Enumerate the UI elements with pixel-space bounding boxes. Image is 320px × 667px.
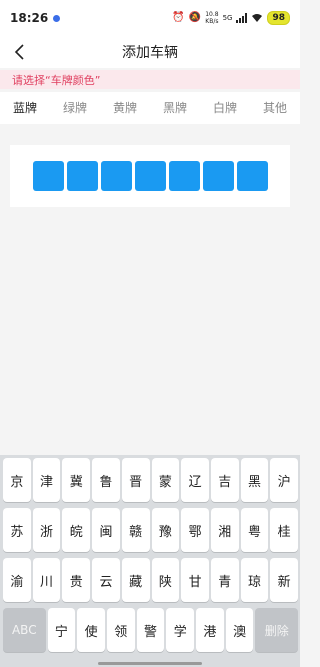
- warning-text: 请选择“车牌颜色”: [12, 73, 101, 87]
- warning-banner: 请选择“车牌颜色”: [0, 70, 300, 89]
- mute-icon: 🔕: [188, 12, 202, 23]
- key-province[interactable]: 苏: [3, 508, 31, 552]
- keyboard-row-3: 渝 川 贵 云 藏 陕 甘 青 琼 新: [3, 558, 299, 602]
- battery-indicator: 98: [267, 11, 290, 25]
- key-province[interactable]: 蒙: [151, 458, 180, 502]
- key-province[interactable]: 鄂: [181, 508, 209, 552]
- status-time: 18:26: [10, 11, 49, 25]
- keyboard-row-1: 京 津 冀 鲁 晋 蒙 辽 吉 黑 沪: [3, 458, 299, 502]
- status-right: ⏰ 🔕 10.8 KB/s 5G 98: [172, 11, 290, 25]
- key-province[interactable]: 甘: [181, 558, 209, 602]
- tab-black-plate[interactable]: 黑牌: [150, 92, 200, 124]
- tab-yellow-plate[interactable]: 黄牌: [100, 92, 150, 124]
- alarm-icon: ⏰: [172, 12, 185, 23]
- key-province[interactable]: 琼: [240, 558, 269, 602]
- key-province[interactable]: 云: [92, 558, 120, 602]
- tab-white-plate[interactable]: 白牌: [200, 92, 250, 124]
- key-province[interactable]: 津: [32, 458, 61, 502]
- keyboard-row-4: ABC 宁 使 领 警 学 港 澳 删除: [3, 608, 299, 652]
- plate-char-box[interactable]: [66, 161, 98, 191]
- key-province[interactable]: 湘: [210, 508, 239, 552]
- plate-char-box[interactable]: [100, 161, 132, 191]
- tab-other-plate[interactable]: 其他: [250, 92, 300, 124]
- key-province[interactable]: 辽: [181, 458, 209, 502]
- key-province[interactable]: 新: [270, 558, 299, 602]
- tab-green-plate[interactable]: 绿牌: [50, 92, 100, 124]
- plate-char-box[interactable]: [236, 161, 268, 191]
- key-province[interactable]: 桂: [270, 508, 299, 552]
- plate-char-box[interactable]: [134, 161, 166, 191]
- plate-color-tabs: 蓝牌 绿牌 黄牌 黑牌 白牌 其他: [0, 92, 300, 124]
- key-province[interactable]: 沪: [270, 458, 299, 502]
- province-keyboard: 京 津 冀 鲁 晋 蒙 辽 吉 黑 沪 苏 浙 皖 闽 赣 豫 鄂 湘 粤 桂 …: [0, 455, 300, 667]
- network-speed-value: 10.8: [205, 11, 219, 18]
- network-speed: 10.8 KB/s: [205, 11, 218, 25]
- key-province[interactable]: 陕: [151, 558, 180, 602]
- key-province[interactable]: 赣: [121, 508, 150, 552]
- key-province[interactable]: 皖: [62, 508, 91, 552]
- app-notification-icon: [53, 14, 61, 22]
- key-province[interactable]: 使: [77, 608, 105, 652]
- key-province[interactable]: 澳: [225, 608, 254, 652]
- key-province[interactable]: 黑: [240, 458, 269, 502]
- key-province[interactable]: 豫: [151, 508, 180, 552]
- signal-icon: [236, 13, 248, 23]
- key-province[interactable]: 晋: [121, 458, 150, 502]
- plate-char-box[interactable]: [32, 161, 64, 191]
- key-province[interactable]: 川: [32, 558, 61, 602]
- plate-char-box[interactable]: [202, 161, 234, 191]
- plate-input-panel: [10, 145, 290, 207]
- delete-key[interactable]: 删除: [255, 608, 299, 652]
- key-province[interactable]: 警: [136, 608, 165, 652]
- key-province[interactable]: 青: [210, 558, 239, 602]
- home-indicator[interactable]: [98, 662, 202, 665]
- wifi-icon: [252, 14, 263, 22]
- key-province[interactable]: 领: [106, 608, 135, 652]
- key-province[interactable]: 港: [196, 608, 224, 652]
- key-province[interactable]: 粤: [240, 508, 269, 552]
- key-province[interactable]: 鲁: [92, 458, 120, 502]
- plate-char-box[interactable]: [168, 161, 200, 191]
- back-button[interactable]: [8, 40, 32, 64]
- key-province[interactable]: 闽: [92, 508, 120, 552]
- key-province[interactable]: 浙: [32, 508, 61, 552]
- key-province[interactable]: 京: [3, 458, 31, 502]
- key-province[interactable]: 吉: [210, 458, 239, 502]
- key-province[interactable]: 贵: [62, 558, 91, 602]
- key-province[interactable]: 冀: [62, 458, 91, 502]
- network-speed-unit: KB/s: [205, 18, 219, 25]
- key-province[interactable]: 宁: [47, 608, 76, 652]
- status-bar: 18:26 ⏰ 🔕 10.8 KB/s 5G 98: [0, 0, 300, 36]
- tab-blue-plate[interactable]: 蓝牌: [0, 92, 50, 124]
- abc-key[interactable]: ABC: [3, 608, 46, 652]
- header: 添加车辆: [0, 36, 300, 68]
- key-province[interactable]: 学: [166, 608, 195, 652]
- chevron-left-icon: [14, 44, 24, 60]
- key-province[interactable]: 藏: [121, 558, 150, 602]
- key-province[interactable]: 渝: [3, 558, 31, 602]
- network-type: 5G: [222, 14, 233, 22]
- keyboard-row-2: 苏 浙 皖 闽 赣 豫 鄂 湘 粤 桂: [3, 508, 299, 552]
- page-title: 添加车辆: [122, 45, 178, 61]
